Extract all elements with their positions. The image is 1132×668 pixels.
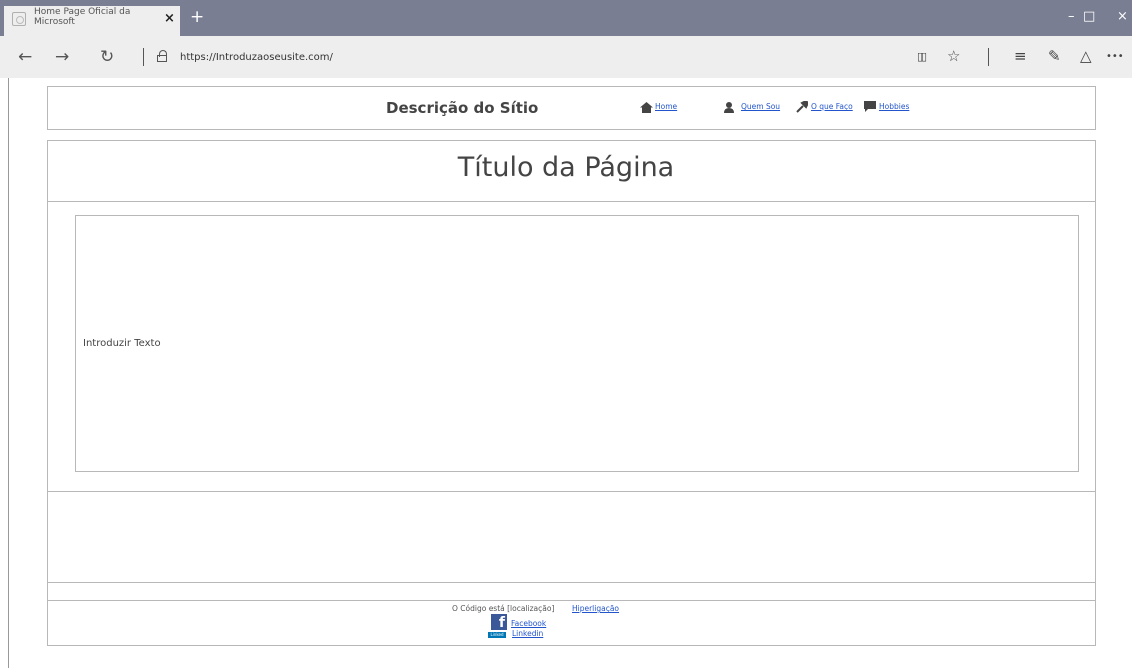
text-content-box: [75, 215, 1079, 472]
browser-tab[interactable]: Home Page Oficial da Microsoft ×: [4, 6, 180, 36]
nav-link-home[interactable]: Home: [655, 102, 677, 111]
chat-icon: [864, 101, 876, 112]
favicon-icon: [12, 12, 26, 26]
intro-text: Introduzir Texto: [83, 338, 161, 349]
nav-link-o-que-faco[interactable]: O que Faço: [811, 102, 853, 111]
browser-titlebar: Home Page Oficial da Microsoft × + – □ ×: [0, 0, 1132, 36]
tab-close-icon[interactable]: ×: [164, 11, 175, 26]
site-header: [47, 86, 1096, 130]
person-icon: [724, 102, 734, 113]
nav-link-hobbies[interactable]: Hobbies: [879, 102, 909, 111]
site-description: Descrição do Sítio: [386, 99, 539, 117]
favorite-star-icon[interactable]: ☆: [947, 47, 960, 65]
footer-divider: [47, 600, 1096, 601]
section-divider: [47, 491, 1096, 492]
hub-icon[interactable]: ≡: [1014, 47, 1027, 65]
refresh-button[interactable]: ↻: [100, 47, 114, 67]
linkedin-icon[interactable]: Linked: [488, 632, 506, 638]
browser-navbar: ← → ↻ https://Introduzaoseusite.com/ ▯▯ …: [0, 36, 1132, 78]
tools-icon: [796, 101, 808, 113]
toolbar-divider: [143, 48, 144, 66]
back-button[interactable]: ←: [18, 47, 32, 67]
lock-icon: [157, 50, 167, 62]
window-close-button[interactable]: ×: [1117, 9, 1128, 24]
tab-title: Home Page Oficial da Microsoft: [34, 7, 131, 27]
toolbar-divider-right: [988, 48, 989, 66]
forward-button[interactable]: →: [55, 47, 69, 67]
facebook-icon[interactable]: f: [491, 614, 507, 631]
footer-top-divider: [47, 582, 1096, 583]
footer-code-text: O Código está [localização]: [452, 604, 555, 613]
web-note-icon[interactable]: ✎: [1048, 47, 1061, 65]
home-icon: [640, 102, 653, 113]
more-icon[interactable]: •••: [1106, 51, 1124, 62]
footer-hyperlink[interactable]: Hiperligação: [572, 604, 619, 613]
maximize-button[interactable]: □: [1083, 9, 1095, 24]
facebook-link[interactable]: Facebook: [511, 619, 546, 628]
page-title: Título da Página: [457, 152, 675, 183]
linkedin-link[interactable]: Linkedin: [512, 629, 543, 638]
share-icon[interactable]: △: [1080, 47, 1092, 65]
reading-view-icon[interactable]: ▯▯: [917, 50, 927, 63]
new-tab-button[interactable]: +: [190, 7, 204, 27]
title-divider: [47, 201, 1096, 202]
nav-link-quem-sou[interactable]: Quem Sou: [741, 102, 780, 111]
address-bar-url[interactable]: https://Introduzaoseusite.com/: [180, 52, 333, 63]
minimize-button[interactable]: –: [1068, 9, 1075, 24]
